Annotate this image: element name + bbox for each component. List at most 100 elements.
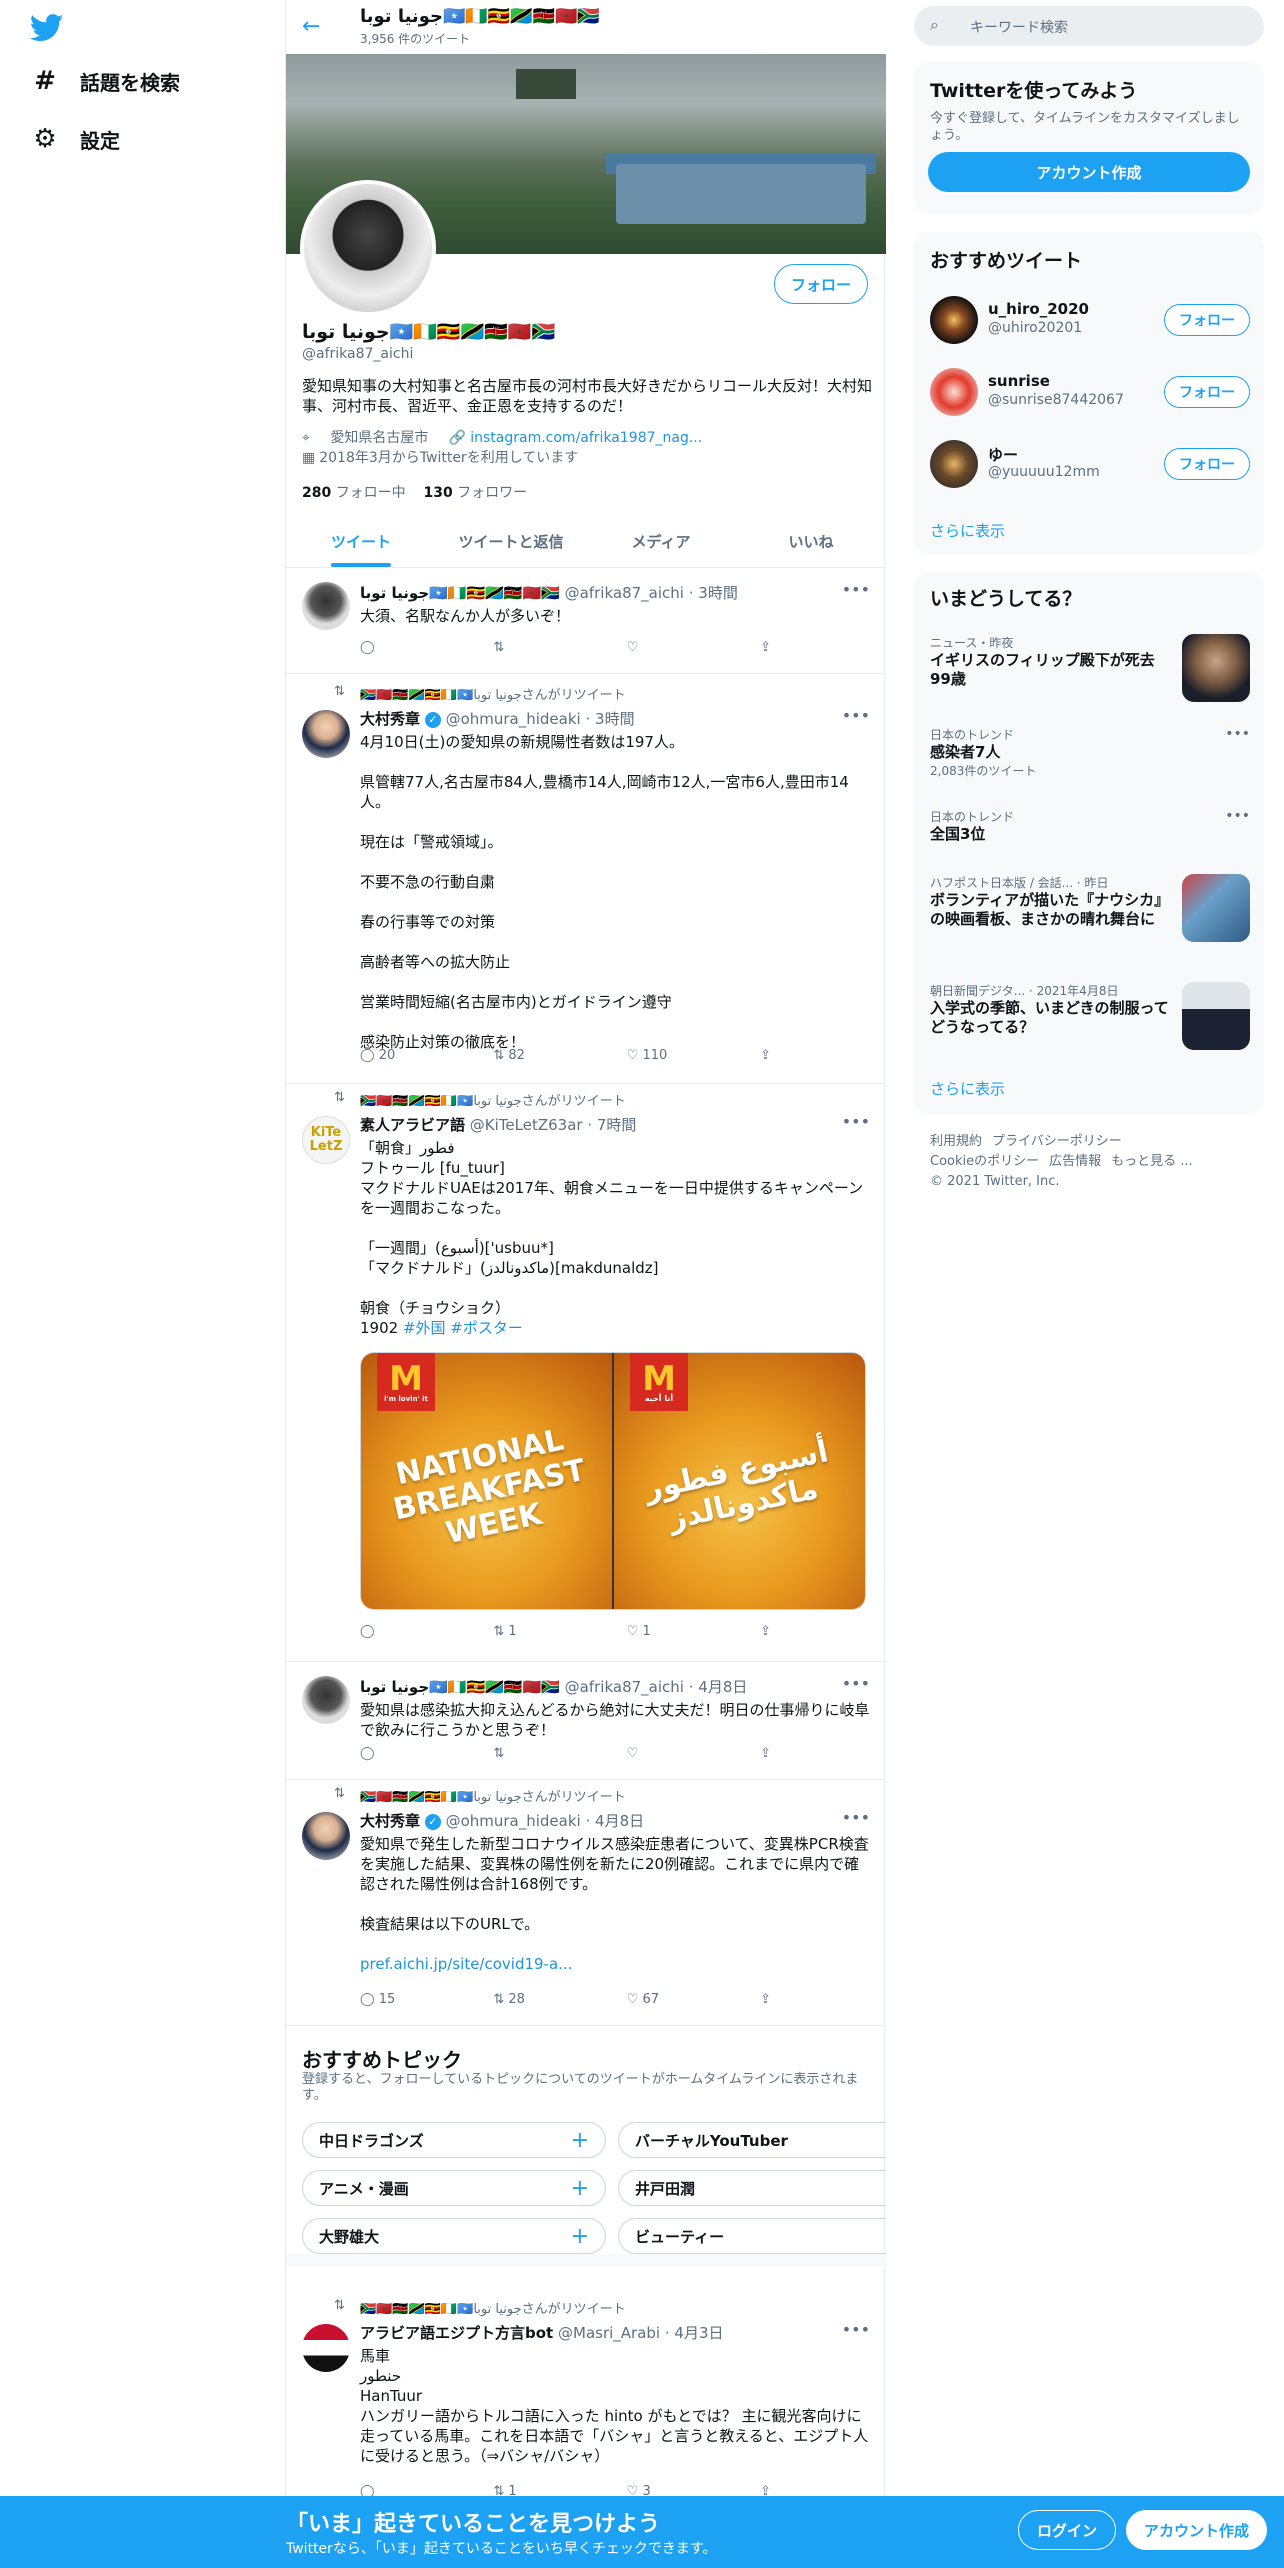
like-button[interactable]: ♡ xyxy=(627,640,727,655)
recommended-user[interactable]: sunrise @sunrise87442067 フォロー xyxy=(930,368,1250,426)
more-icon[interactable]: ••• xyxy=(842,2320,870,2339)
tweet-avatar[interactable] xyxy=(302,1812,350,1860)
show-more-link[interactable]: さらに表示 xyxy=(930,1078,1005,1099)
trend-item[interactable]: ハフポスト日本版 / 会話... · 昨日 ボランティアが描いた『ナウシカ』の映… xyxy=(930,874,1250,954)
tweet-author[interactable]: 大村秀章 xyxy=(360,1812,420,1830)
recommended-user[interactable]: ゆー @yuuuuu12mm フォロー xyxy=(930,440,1250,498)
recommended-user[interactable]: u_hiro_2020 @uhiro20201 フォロー xyxy=(930,296,1250,354)
tweet-time[interactable]: 4月3日 xyxy=(674,2324,723,2342)
tweet-avatar[interactable] xyxy=(302,710,350,758)
retweet-by-line[interactable]: 🇿🇦🇲🇦🇰🇪🇹🇿🇺🇬🇨🇮🇸🇴جونيا توباさんがリツイート xyxy=(360,1786,626,1805)
show-more-link[interactable]: さらに表示 xyxy=(930,520,1005,541)
user-name[interactable]: ゆー xyxy=(988,444,1018,465)
tweet-time[interactable]: 3時間 xyxy=(595,710,635,728)
like-button[interactable]: ♡ 67 xyxy=(627,1992,727,2007)
footer-link[interactable]: プライバシーポリシー xyxy=(992,1134,1122,1149)
retweet-button[interactable]: ⇅ 1 xyxy=(493,1624,593,1639)
topic-chip[interactable]: アニメ・漫画 + xyxy=(302,2170,606,2206)
trend-item[interactable]: 日本のトレンド 全国3位 ••• xyxy=(930,808,1250,848)
user-handle[interactable]: @sunrise87442067 xyxy=(988,392,1124,408)
like-button[interactable]: ♡ 110 xyxy=(627,1048,727,1063)
share-button[interactable]: ⇪ xyxy=(760,1624,790,1639)
follow-button[interactable]: フォロー xyxy=(1164,376,1250,408)
footer-link[interactable]: Cookieのポリシー xyxy=(930,1154,1039,1169)
profile-link[interactable]: instagram.com/afrika1987_nag... xyxy=(470,430,702,446)
like-button[interactable]: ♡ xyxy=(627,1746,727,1761)
more-icon[interactable]: ••• xyxy=(842,706,870,725)
retweet-by-line[interactable]: 🇿🇦🇲🇦🇰🇪🇹🇿🇺🇬🇨🇮🇸🇴جونيا توباさんがリツイート xyxy=(360,684,626,703)
avatar[interactable] xyxy=(930,296,978,344)
tweet-time[interactable]: 3時間 xyxy=(698,584,738,602)
back-arrow-icon[interactable]: ← xyxy=(302,14,320,39)
tweet-author[interactable]: 大村秀章 xyxy=(360,710,420,728)
tweet-handle[interactable]: @ohmura_hideaki xyxy=(446,1812,581,1830)
user-handle[interactable]: @yuuuuu12mm xyxy=(988,464,1100,480)
tab-tweets-replies[interactable]: ツイートと返信 xyxy=(436,516,586,567)
tweet[interactable]: جونيا توبا🇸🇴🇨🇮🇺🇬🇹🇿🇰🇪🇲🇦🇿🇦 @afrika87_aichi… xyxy=(286,1662,886,1780)
like-button[interactable]: ♡ 1 xyxy=(627,1624,727,1639)
tab-tweets[interactable]: ツイート xyxy=(286,516,436,567)
follow-button[interactable]: フォロー xyxy=(1164,448,1250,480)
tweet-avatar[interactable] xyxy=(302,1676,350,1724)
footer-link[interactable]: 利用規約 xyxy=(930,1134,982,1149)
topic-chip[interactable]: 大野雄大 + xyxy=(302,2218,606,2254)
share-button[interactable]: ⇪ xyxy=(760,640,790,655)
plus-icon[interactable]: + xyxy=(571,2176,589,2201)
user-name[interactable]: sunrise xyxy=(988,372,1050,390)
create-account-button[interactable]: アカウント作成 xyxy=(928,152,1250,192)
retweet-by-line[interactable]: 🇿🇦🇲🇦🇰🇪🇹🇿🇺🇬🇨🇮🇸🇴جونيا توباさんがリツイート xyxy=(360,1090,626,1109)
media-image-left[interactable]: Mi'm lovin' it NATIONAL BREAKFAST WEEK xyxy=(361,1353,612,1609)
followers-link[interactable]: 130 フォロワー xyxy=(424,485,528,501)
footer-link[interactable]: もっと見る ... xyxy=(1111,1154,1193,1169)
follow-button[interactable]: フォロー xyxy=(1164,304,1250,336)
trend-item[interactable]: ニュース・昨夜 イギリスのフィリップ殿下が死去 99歳 xyxy=(930,634,1250,704)
reply-button[interactable]: ◯ xyxy=(360,1624,460,1639)
tweet[interactable]: ⇅ 🇿🇦🇲🇦🇰🇪🇹🇿🇺🇬🇨🇮🇸🇴جونيا توباさんがリツイート 大村秀章 … xyxy=(286,674,886,1084)
tweet[interactable]: ⇅ 🇿🇦🇲🇦🇰🇪🇹🇿🇺🇬🇨🇮🇸🇴جونيا توباさんがリツイート KiTe L… xyxy=(286,1084,886,1662)
reply-button[interactable]: ◯ xyxy=(360,640,460,655)
search-box[interactable]: ⌕ キーワード検索 xyxy=(914,6,1264,46)
tweet-time[interactable]: 7時間 xyxy=(597,1116,637,1134)
tweet-time[interactable]: 4月8日 xyxy=(698,1678,747,1696)
topic-chip[interactable]: 井戸田潤 xyxy=(618,2170,886,2206)
reply-button[interactable]: ◯ xyxy=(360,1746,460,1761)
tweet[interactable]: ⇅ 🇿🇦🇲🇦🇰🇪🇹🇿🇺🇬🇨🇮🇸🇴جونيا توباさんがリツイート アラビア語… xyxy=(286,2278,886,2508)
tweet-author[interactable]: 素人アラビア語 xyxy=(360,1116,465,1134)
retweet-button[interactable]: ⇅ 28 xyxy=(493,1992,593,2007)
plus-icon[interactable]: + xyxy=(571,2224,589,2249)
tweet-avatar[interactable] xyxy=(302,582,350,630)
reply-button[interactable]: ◯ 20 xyxy=(360,1048,460,1063)
user-handle[interactable]: @uhiro20201 xyxy=(988,320,1082,336)
following-link[interactable]: 280 フォロー中 xyxy=(302,485,406,501)
tweet-author[interactable]: جونيا توبا🇸🇴🇨🇮🇺🇬🇹🇿🇰🇪🇲🇦🇿🇦 xyxy=(360,584,560,602)
profile-avatar[interactable] xyxy=(300,180,436,316)
tweet[interactable]: جونيا توبا🇸🇴🇨🇮🇺🇬🇹🇿🇰🇪🇲🇦🇿🇦 @afrika87_aichi… xyxy=(286,568,886,674)
share-button[interactable]: ⇪ xyxy=(760,1992,790,2007)
retweet-button[interactable]: ⇅ 82 xyxy=(493,1048,593,1063)
reply-button[interactable]: ◯ 15 xyxy=(360,1992,460,2007)
avatar[interactable] xyxy=(930,440,978,488)
trend-item[interactable]: 朝日新聞デジタ... · 2021年4月8日 入学式の季節、いまどきの制服ってど… xyxy=(930,982,1250,1052)
tweet-link[interactable]: pref.aichi.jp/site/covid19-a... xyxy=(360,1955,572,1973)
share-button[interactable]: ⇪ xyxy=(760,1048,790,1063)
twitter-logo-icon[interactable] xyxy=(30,14,64,42)
trend-item[interactable]: 日本のトレンド 感染者7人 2,083件のツイート ••• xyxy=(930,726,1250,786)
tweet-handle[interactable]: @afrika87_aichi xyxy=(565,1678,684,1696)
tweet-avatar[interactable]: KiTe LetZ xyxy=(302,1116,350,1164)
tweet-handle[interactable]: @Masri_Arabi xyxy=(558,2324,660,2342)
tweet-handle[interactable]: @KiTeLetZ63ar xyxy=(470,1116,583,1134)
login-button[interactable]: ログイン xyxy=(1018,2510,1117,2550)
nav-settings[interactable]: ⚙ 設定 xyxy=(30,124,120,154)
more-icon[interactable]: ••• xyxy=(842,1674,870,1693)
more-icon[interactable]: ••• xyxy=(1225,808,1250,824)
tweet-hashtags[interactable]: #外国 #ポスター xyxy=(403,1319,523,1337)
media-image-right[interactable]: M أنا أحبه أسبوع فطور ماكدونالدز xyxy=(612,1353,865,1609)
tweet-time[interactable]: 4月8日 xyxy=(595,1812,644,1830)
plus-icon[interactable]: + xyxy=(571,2128,589,2153)
nav-explore[interactable]: # 話題を検索 xyxy=(30,66,180,96)
topic-chip[interactable]: ビューティー xyxy=(618,2218,886,2254)
tweet-handle[interactable]: @afrika87_aichi xyxy=(565,584,684,602)
retweet-button[interactable]: ⇅ xyxy=(493,1746,593,1761)
tweet[interactable]: ⇅ 🇿🇦🇲🇦🇰🇪🇹🇿🇺🇬🇨🇮🇸🇴جونيا توباさんがリツイート 大村秀章 … xyxy=(286,1780,886,2026)
more-icon[interactable]: ••• xyxy=(842,1112,870,1131)
